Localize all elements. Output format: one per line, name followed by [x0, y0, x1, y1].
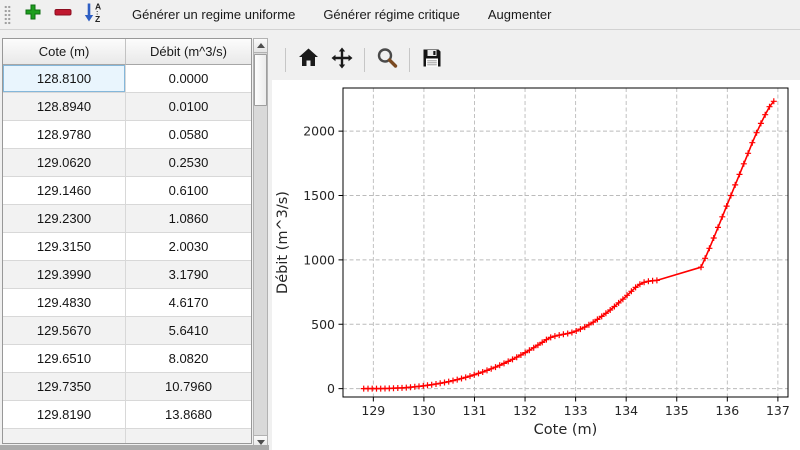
- data-series-line: [364, 101, 774, 388]
- plot-zoom-button[interactable]: [372, 45, 402, 75]
- cell-debit[interactable]: 5.6410: [126, 317, 251, 345]
- table-row: 128.97800.0580: [3, 121, 251, 149]
- zoom-magnifier-icon: [375, 46, 399, 75]
- toolbar-separator: [364, 48, 365, 72]
- cell-debit[interactable]: 2.0030: [126, 233, 251, 261]
- x-tick-label: 129: [361, 403, 385, 418]
- y-axis-label: Débit (m^3/s): [275, 191, 291, 294]
- sort-button[interactable]: A Z: [79, 2, 107, 28]
- table-row: 129.06200.2530: [3, 149, 251, 177]
- remove-row-button[interactable]: [49, 2, 77, 28]
- x-tick-label: 137: [766, 403, 790, 418]
- generate-critical-regime-button[interactable]: Générer régime critique: [312, 3, 471, 27]
- cell-cote[interactable]: 129.4830: [3, 289, 126, 317]
- cell-cote[interactable]: 129.8190: [3, 401, 126, 429]
- table-row: 129.65108.0820: [3, 345, 251, 373]
- table-row: 128.89400.0100: [3, 93, 251, 121]
- x-tick-label: 134: [614, 403, 638, 418]
- cell-cote[interactable]: 129.1460: [3, 177, 126, 205]
- cell-cote[interactable]: 128.8100: [3, 65, 126, 93]
- y-tick-label: 2000: [303, 124, 335, 139]
- x-tick-label: 133: [564, 403, 588, 418]
- svg-text:Z: Z: [95, 14, 100, 23]
- plot-toolbar: [280, 44, 449, 76]
- table-row: 129.819013.8680: [3, 401, 251, 429]
- table-scrollbar[interactable]: [253, 38, 268, 450]
- cell-debit[interactable]: 0.0100: [126, 93, 251, 121]
- cell-debit[interactable]: 10.7960: [126, 373, 251, 401]
- figure-canvas: 129 130 131 132 133 134 135 136 137 0 500 1000 1500 2…: [272, 80, 800, 450]
- table-row: 129.31502.0030: [3, 233, 251, 261]
- y-tick-label: 0: [327, 381, 335, 396]
- scrollbar-thumb[interactable]: [254, 54, 267, 106]
- column-header-cote[interactable]: Cote (m): [3, 39, 126, 65]
- minus-icon: [53, 2, 73, 27]
- svg-text:A: A: [95, 2, 101, 12]
- table-row: 129.39903.1790: [3, 261, 251, 289]
- x-axis-label: Cote (m): [534, 422, 598, 438]
- y-tick-label: 500: [311, 317, 335, 332]
- cell-debit[interactable]: 8.0820: [126, 345, 251, 373]
- plus-icon: [24, 3, 42, 26]
- cell-cote[interactable]: 129.0620: [3, 149, 126, 177]
- cell-cote[interactable]: 129.3990: [3, 261, 126, 289]
- cell-debit[interactable]: 13.8680: [126, 401, 251, 429]
- cell-debit[interactable]: 4.6170: [126, 289, 251, 317]
- cell-cote[interactable]: 129.6510: [3, 345, 126, 373]
- table-row: 129.14600.6100: [3, 177, 251, 205]
- toolbar-separator: [285, 48, 286, 72]
- table-bottom-edge: [0, 445, 269, 450]
- cell-debit[interactable]: 0.6100: [126, 177, 251, 205]
- main-toolbar: A Z Générer un regime uniforme Générer r…: [0, 0, 800, 30]
- add-row-button[interactable]: [19, 2, 47, 28]
- x-tick-label: 131: [463, 403, 487, 418]
- cell-debit[interactable]: 0.0580: [126, 121, 251, 149]
- plot-pan-button[interactable]: [327, 45, 357, 75]
- table-body: 128.81000.0000128.89400.0100128.97800.05…: [3, 65, 251, 444]
- table-row: 129.23001.0860: [3, 205, 251, 233]
- cell-cote[interactable]: 129.7350: [3, 373, 126, 401]
- y-tick-label: 1500: [303, 188, 335, 203]
- pan-icon: [330, 46, 354, 75]
- x-tick-label: 132: [513, 403, 537, 418]
- cell-debit[interactable]: 0.2530: [126, 149, 251, 177]
- rating-curve-table: Cote (m) Débit (m^3/s) 128.81000.0000128…: [2, 38, 252, 444]
- table-row: [3, 429, 251, 444]
- cell-debit[interactable]: 3.1790: [126, 261, 251, 289]
- scrollbar-up-button[interactable]: [254, 39, 267, 53]
- plot-canvas[interactable]: 129 130 131 132 133 134 135 136 137 0 500 1000 1500 2…: [272, 80, 800, 450]
- plot-home-button[interactable]: [293, 45, 323, 75]
- save-icon: [421, 47, 443, 74]
- table-row: 129.56705.6410: [3, 317, 251, 345]
- x-tick-label: 130: [412, 403, 436, 418]
- x-tick-label: 135: [665, 403, 689, 418]
- cell-cote[interactable]: 129.3150: [3, 233, 126, 261]
- y-tick-label: 1000: [303, 252, 335, 267]
- column-header-debit[interactable]: Débit (m^3/s): [126, 39, 251, 65]
- arrow-up-icon: [257, 43, 265, 48]
- table-row: 128.81000.0000: [3, 65, 251, 93]
- table-header: Cote (m) Débit (m^3/s): [3, 39, 251, 65]
- cell-debit[interactable]: 1.0860: [126, 205, 251, 233]
- home-icon: [297, 46, 320, 74]
- toolbar-drag-handle[interactable]: [4, 5, 11, 25]
- generate-uniform-regime-button[interactable]: Générer un regime uniforme: [121, 3, 306, 27]
- cell-cote[interactable]: [3, 429, 126, 444]
- axes-spines: [343, 88, 788, 397]
- table-row: 129.735010.7960: [3, 373, 251, 401]
- cell-debit[interactable]: 0.0000: [126, 65, 251, 93]
- cell-debit[interactable]: [126, 429, 251, 444]
- cell-cote[interactable]: 128.8940: [3, 93, 126, 121]
- toolbar-separator: [409, 48, 410, 72]
- x-tick-label: 136: [715, 403, 739, 418]
- table-row: 129.48304.6170: [3, 289, 251, 317]
- cell-cote[interactable]: 129.5670: [3, 317, 126, 345]
- cell-cote[interactable]: 129.2300: [3, 205, 126, 233]
- plot-save-button[interactable]: [417, 45, 447, 75]
- augment-button[interactable]: Augmenter: [477, 3, 563, 27]
- cell-cote[interactable]: 128.9780: [3, 121, 126, 149]
- sort-az-icon: A Z: [82, 1, 104, 28]
- data-series-markers: [361, 98, 777, 391]
